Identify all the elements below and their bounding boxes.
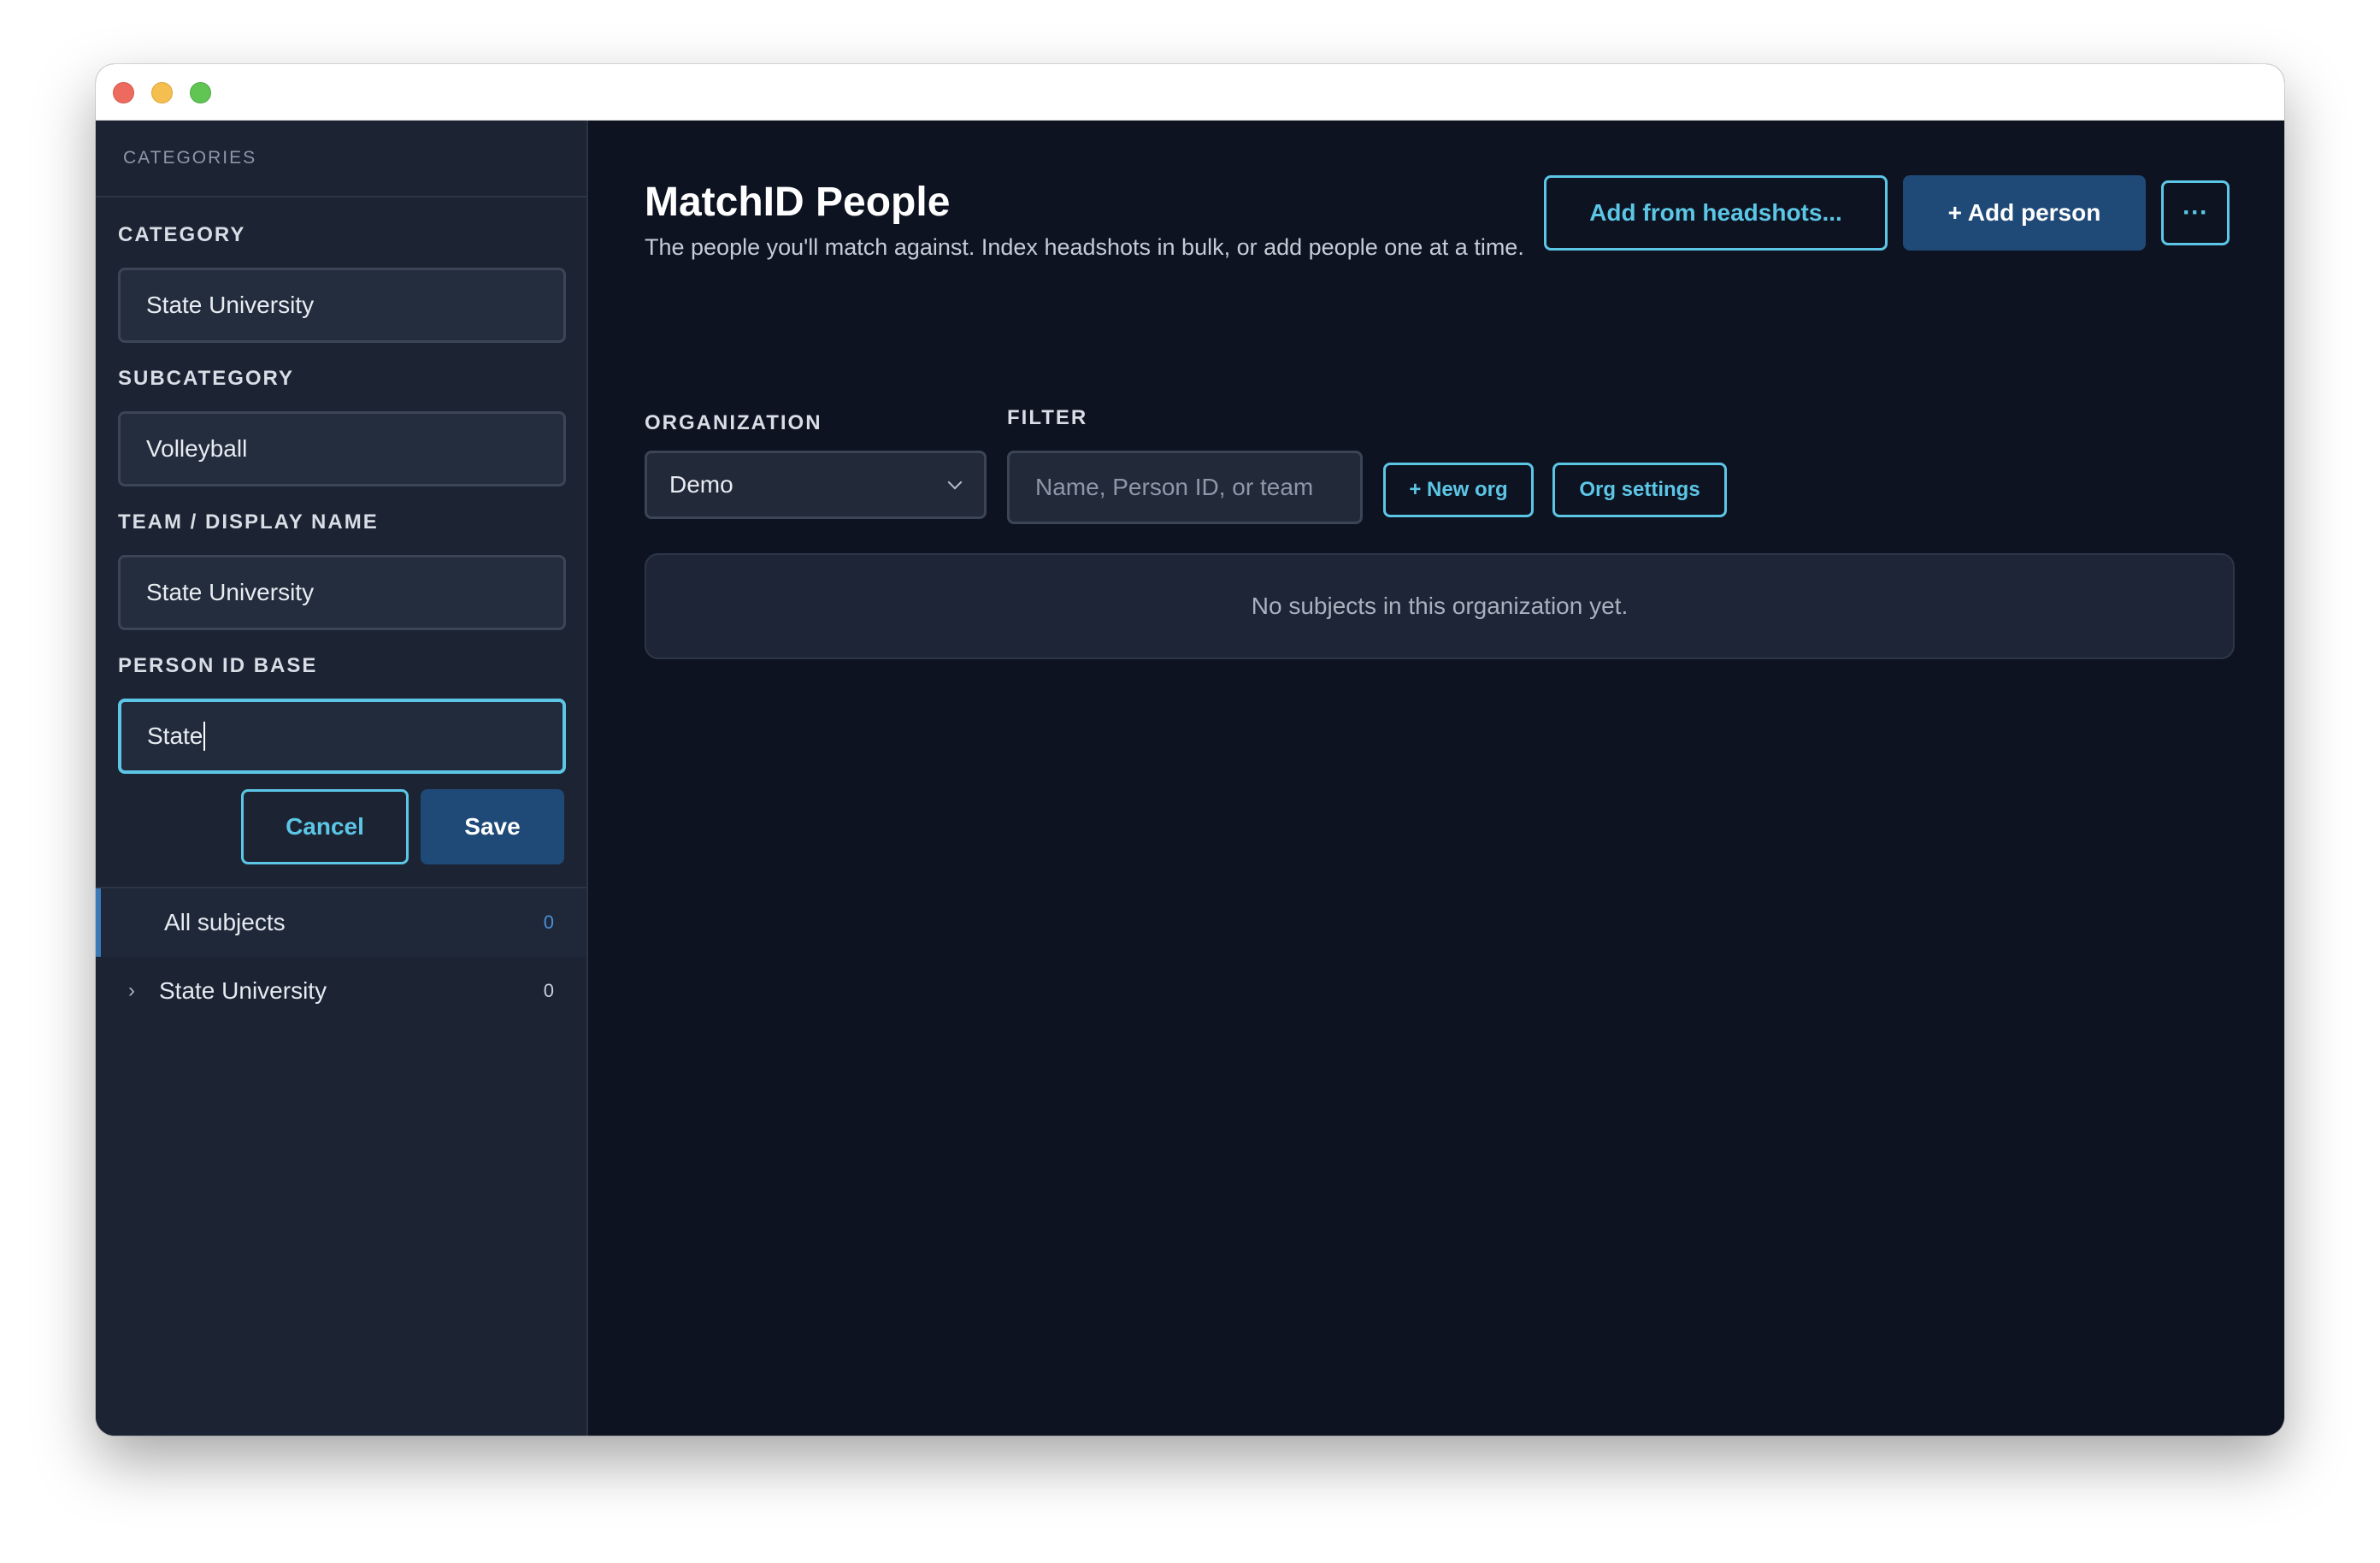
person-id-base-label: PERSON ID BASE xyxy=(118,654,318,677)
tree-item-count: 0 xyxy=(543,980,554,1001)
add-person-button[interactable]: + Add person xyxy=(1903,175,2146,251)
tree-item-label: All subjects xyxy=(164,909,286,935)
tree-item-state-university[interactable]: › State University 0 xyxy=(96,957,586,1025)
tree-item-count: 0 xyxy=(543,911,554,933)
page-title: MatchID People xyxy=(645,180,951,225)
subcategory-label: SUBCATEGORY xyxy=(118,367,295,390)
app-window: CATEGORIES CATEGORY State University SUB… xyxy=(96,64,2284,1436)
team-display-name-input[interactable]: State University xyxy=(118,555,566,630)
minimize-window-button[interactable] xyxy=(151,82,173,103)
category-label: CATEGORY xyxy=(118,223,246,246)
text-caret xyxy=(203,722,206,751)
new-org-button[interactable]: + New org xyxy=(1383,463,1534,517)
organization-select[interactable]: Demo xyxy=(645,451,987,519)
org-settings-button[interactable]: Org settings xyxy=(1552,463,1727,517)
tree-item-label: State University xyxy=(159,977,327,1004)
window-titlebar xyxy=(96,64,2284,121)
tree-item-all-subjects[interactable]: All subjects 0 xyxy=(96,888,586,957)
person-id-base-input[interactable]: State xyxy=(118,699,566,774)
organization-label: ORGANIZATION xyxy=(645,411,822,434)
empty-state-panel: No subjects in this organization yet. xyxy=(645,553,2235,659)
empty-state-message: No subjects in this organization yet. xyxy=(1251,593,1629,619)
subcategory-input[interactable]: Volleyball xyxy=(118,411,566,487)
cancel-button[interactable]: Cancel xyxy=(241,789,409,864)
save-button[interactable]: Save xyxy=(421,789,564,864)
close-window-button[interactable] xyxy=(113,82,134,103)
form-actions: Cancel Save xyxy=(118,789,564,864)
main-content: MatchID People The people you'll match a… xyxy=(590,121,2284,1436)
maximize-window-button[interactable] xyxy=(190,82,211,103)
person-id-base-value: State xyxy=(147,723,203,749)
filter-placeholder: Name, Person ID, or team xyxy=(1035,474,1314,500)
chevron-down-icon xyxy=(947,475,963,490)
filter-label: FILTER xyxy=(1007,406,1088,429)
more-options-button[interactable]: ··· xyxy=(2161,180,2230,245)
categories-sidebar: CATEGORIES CATEGORY State University SUB… xyxy=(96,121,588,1436)
category-form: CATEGORY State University SUBCATEGORY Vo… xyxy=(96,198,586,864)
team-display-name-label: TEAM / DISPLAY NAME xyxy=(118,510,379,534)
filter-input[interactable]: Name, Person ID, or team xyxy=(1007,451,1363,524)
category-input[interactable]: State University xyxy=(118,268,566,343)
add-from-headshots-button[interactable]: Add from headshots... xyxy=(1544,175,1888,251)
organization-selected-value: Demo xyxy=(669,471,733,498)
page-subtitle: The people you'll match against. Index h… xyxy=(645,234,1524,260)
header-actions: Add from headshots... + Add person ··· xyxy=(1544,175,2230,251)
chevron-right-icon[interactable]: › xyxy=(128,979,135,1003)
sidebar-header: CATEGORIES xyxy=(96,121,586,198)
